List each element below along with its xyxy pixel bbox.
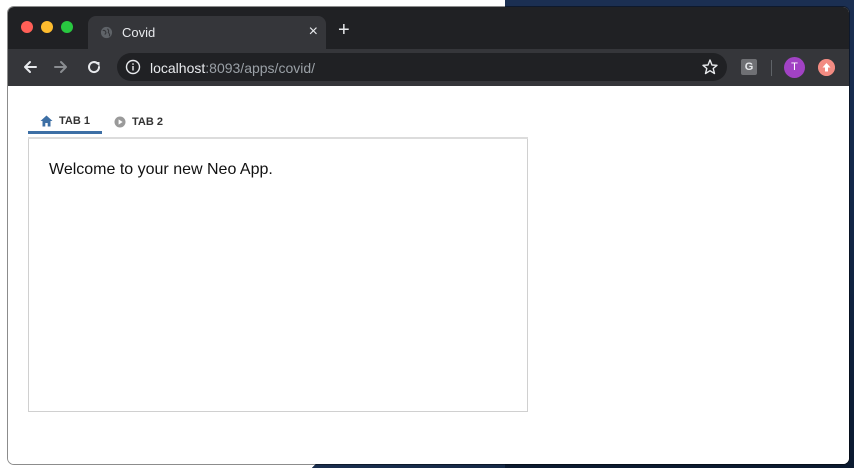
browser-window: Covid × + localhost:8093/apps/covid/ G T…	[8, 7, 849, 464]
welcome-message: Welcome to your new Neo App.	[49, 161, 273, 178]
profile-avatar[interactable]: T	[784, 57, 805, 78]
back-arrow-icon[interactable]	[21, 58, 39, 76]
close-window-button[interactable]	[21, 21, 33, 33]
zoom-window-button[interactable]	[61, 21, 73, 33]
globe-icon	[100, 26, 113, 39]
home-icon	[40, 115, 53, 126]
play-circle-icon	[114, 116, 126, 128]
tab-2-label: TAB 2	[132, 116, 163, 128]
close-tab-icon[interactable]: ×	[309, 23, 318, 41]
app-tab-bar: TAB 1 TAB 2	[28, 110, 528, 134]
browser-tab[interactable]: Covid ×	[88, 16, 326, 49]
extension-g-icon[interactable]: G	[741, 59, 757, 75]
tab-2[interactable]: TAB 2	[102, 110, 175, 134]
url-host: localhost	[150, 60, 206, 76]
forward-arrow-icon[interactable]	[52, 58, 70, 76]
toolbar-divider	[771, 60, 772, 76]
tab-content-panel: Welcome to your new Neo App.	[28, 139, 528, 412]
info-icon[interactable]	[125, 59, 141, 75]
title-bar: Covid × +	[8, 7, 849, 49]
minimize-window-button[interactable]	[41, 21, 53, 33]
new-tab-button[interactable]: +	[338, 20, 350, 40]
url-text: localhost:8093/apps/covid/	[150, 60, 315, 76]
browser-toolbar: localhost:8093/apps/covid/ G T	[8, 49, 849, 86]
tab-1-label: TAB 1	[59, 114, 90, 127]
page-content: TAB 1 TAB 2 Welcome to your new Neo App.	[8, 86, 849, 464]
tab-1[interactable]: TAB 1	[28, 110, 102, 134]
reload-icon[interactable]	[85, 58, 103, 76]
url-path: :8093/apps/covid/	[205, 60, 316, 76]
address-bar[interactable]: localhost:8093/apps/covid/	[117, 53, 727, 81]
update-arrow-icon[interactable]	[818, 59, 835, 76]
tab-title: Covid	[122, 25, 156, 40]
bookmark-star-icon[interactable]	[701, 58, 719, 76]
